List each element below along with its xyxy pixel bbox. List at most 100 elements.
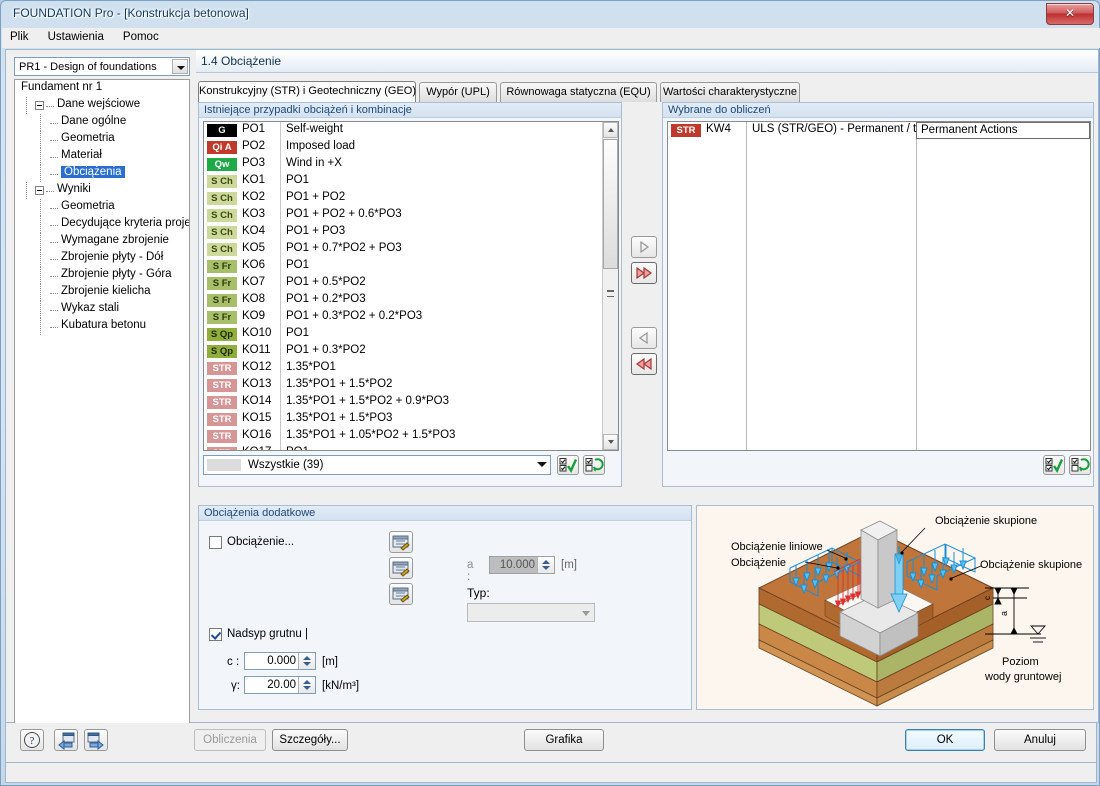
load-filter-combo[interactable]: Wszystkie (39) [203,455,551,475]
selected-loads-list[interactable]: STR KW4 ULS (STR/GEO) - Permanent / tra Pe… [667,121,1091,451]
remove-all-button[interactable] [631,353,657,375]
tree-item-1[interactable]: Dane wejściowe [15,97,189,114]
scroll-down-icon[interactable] [603,434,618,450]
c-spinner[interactable] [298,653,315,669]
tab-2[interactable]: Równowaga statyczna (EQU) [500,82,657,102]
c-input[interactable]: 0.000 [244,652,316,670]
menu-item-plik[interactable]: Plik [2,28,37,46]
menu-item-pomoc[interactable]: Pomoc [115,28,167,46]
backfill-checkbox[interactable] [209,628,222,641]
graphics-button[interactable]: Grafika [524,729,604,751]
existing-load-row[interactable]: STR KO15 1.35*PO1 + 1.5*PO3 [204,411,604,428]
previous-page-button[interactable] [54,729,78,751]
tree-item-label: Geometria [61,132,115,144]
tree-item-2[interactable]: Dane ogólne [15,114,189,131]
existing-load-row[interactable]: S Fr KO6 PO1 [204,258,604,275]
existing-load-row[interactable]: S Fr KO9 PO1 + 0.3*PO2 + 0.2*PO3 [204,309,604,326]
existing-load-row[interactable]: S Ch KO3 PO1 + PO2 + 0.6*PO3 [204,207,604,224]
tree-item-4[interactable]: Materiał [15,148,189,165]
existing-load-row[interactable]: STR KO12 1.35*PO1 [204,360,604,377]
load-checkbox[interactable] [209,536,222,549]
load-code: KO2 [242,191,266,203]
add-selected-button[interactable] [631,236,657,258]
existing-loads-list[interactable]: G PO1 Self-weight Qi A PO2 Imposed load Qw PO3 W… [203,121,619,451]
chevron-down-icon[interactable] [172,59,188,74]
details-button[interactable]: Szczegóły... [272,729,348,751]
edit-load-button-2[interactable] [389,557,413,579]
chevron-down-icon[interactable] [582,611,590,616]
existing-load-row[interactable]: S Qp KO11 PO1 + 0.3*PO2 [204,343,604,360]
existing-load-row[interactable]: STR KO13 1.35*PO1 + 1.5*PO2 [204,377,604,394]
chevron-down-icon[interactable] [537,462,547,467]
calculate-button[interactable]: Obliczenia [194,729,266,751]
next-page-button[interactable] [84,729,108,751]
existing-load-row[interactable]: S Ch KO4 PO1 + PO3 [204,224,604,241]
existing-load-row[interactable]: S Fr KO7 PO1 + 0.5*PO2 [204,275,604,292]
typ-combo[interactable] [467,603,595,622]
edit-load-button-1[interactable] [389,531,413,553]
tree-item-3[interactable]: Geometria [15,131,189,148]
ok-button[interactable]: OK [905,729,985,751]
existing-load-row[interactable]: G PO1 Self-weight [204,122,604,139]
tree-guide-line [40,284,41,301]
tree-item-5[interactable]: Obciążenia [15,165,189,182]
load-type-badge: Qw [207,158,237,171]
load-description: PO1 [286,259,310,271]
c-label: c : [227,656,240,668]
edit-load-button-3[interactable] [389,583,413,605]
menu-item-ustawienia[interactable]: Ustawienia [40,28,112,46]
remove-selected-button[interactable] [631,327,657,349]
figure-label-water-line1: Poziom [1002,656,1039,668]
existing-load-row[interactable]: Qi A PO2 Imposed load [204,139,604,156]
tree-item-6[interactable]: Wyniki [15,182,189,199]
gamma-input[interactable]: 20.00 [244,676,316,694]
tab-0[interactable]: Konstrukcyjny (STR) i Geotechniczny (GEO… [198,81,416,102]
cell-divider [280,275,281,292]
existing-loads-title: Istniejące przypadki obciążeń i kombinac… [199,103,621,118]
a-input[interactable]: 10.000 [489,556,555,574]
tab-3[interactable]: Wartości charakterystyczne [660,82,800,102]
close-button[interactable]: ✕ [1046,3,1094,25]
existing-list-scrollbar[interactable] [602,122,618,450]
tree-item-0[interactable]: Fundament nr 1 [15,80,189,97]
existing-load-row[interactable]: S Ch KO5 PO1 + 0.7*PO2 + PO3 [204,241,604,258]
tree-expander[interactable] [35,186,44,195]
tree-item-7[interactable]: Geometria [15,199,189,216]
cell-divider [280,224,281,241]
selected-invert-button[interactable] [1069,455,1091,475]
existing-load-row[interactable]: STR KO14 1.35*PO1 + 1.5*PO2 + 0.9*PO3 [204,394,604,411]
tree-item-12[interactable]: Zbrojenie kielicha [15,284,189,301]
tree-item-11[interactable]: Zbrojenie płyty - Góra [15,267,189,284]
tree-item-label: Kubatura betonu [61,319,147,331]
selected-select-all-button[interactable] [1043,455,1065,475]
existing-load-row[interactable]: S Ch KO2 PO1 + PO2 [204,190,604,207]
select-all-button[interactable] [557,455,579,475]
tree-item-13[interactable]: Wykaz stali [15,301,189,318]
cancel-button[interactable]: Anuluj [994,729,1086,751]
table-edit-icon [392,587,410,603]
project-combo[interactable]: PR1 - Design of foundations [14,57,190,76]
invert-selection-button[interactable] [583,455,605,475]
a-spinner[interactable] [537,557,554,573]
additional-loads-title: Obciążenia dodatkowe [199,506,691,521]
load-description: 1.35*PO1 + 1.05*PO2 + 1.5*PO3 [286,429,456,441]
help-button[interactable]: ? [20,729,44,751]
existing-load-row[interactable]: S Fr KO8 PO1 + 0.2*PO3 [204,292,604,309]
existing-load-row[interactable]: STR KO17 PO1 [204,445,604,450]
load-code: KO16 [242,429,272,441]
navigation-tree[interactable]: Fundament nr 1 Dane wejściowe Dane ogólne G… [14,79,190,743]
existing-load-row[interactable]: STR KO16 1.35*PO1 + 1.05*PO2 + 1.5*PO3 [204,428,604,445]
tab-1[interactable]: Wypór (UPL) [419,82,497,102]
existing-load-row[interactable]: Qw PO3 Wind in +X [204,156,604,173]
tree-item-10[interactable]: Zbrojenie płyty - Dół [15,250,189,267]
scrollbar-thumb[interactable] [603,139,618,269]
tree-item-9[interactable]: Wymagane zbrojenie [15,233,189,250]
existing-load-row[interactable]: S Qp KO10 PO1 [204,326,604,343]
tree-item-14[interactable]: Kubatura betonu [15,318,189,335]
tree-expander[interactable] [35,101,44,110]
gamma-spinner[interactable] [298,677,315,693]
tree-item-8[interactable]: Decydujące kryteria projekt [15,216,189,233]
add-all-button[interactable] [631,262,657,284]
existing-load-row[interactable]: S Ch KO1 PO1 [204,173,604,190]
scroll-up-icon[interactable] [603,122,618,138]
